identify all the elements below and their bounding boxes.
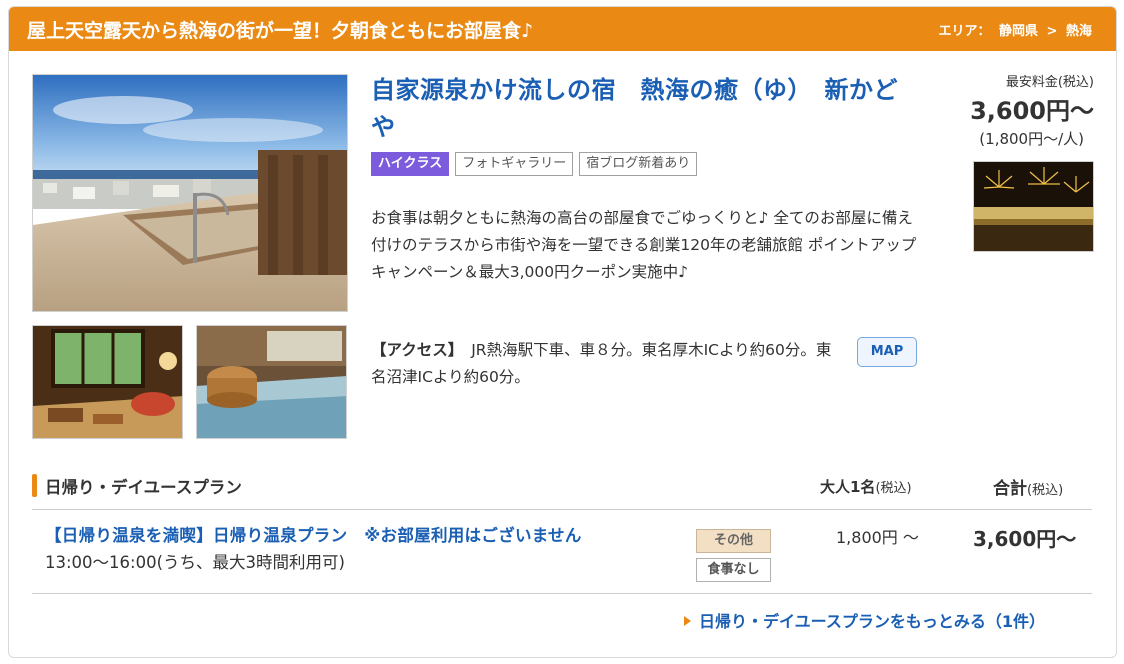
- plan-type-badge: その他: [696, 529, 771, 553]
- hotel-banner: 屋上天空露天から熱海の街が一望！夕朝食ともにお部屋食♪ エリア： 静岡県 > 熱…: [9, 7, 1116, 51]
- divider: [32, 509, 1092, 510]
- price-per-person: (1,800円〜/人): [979, 130, 1084, 148]
- hotel-description: お食事は朝夕ともに熱海の高台の部屋食でごゆっくりと♪ 全てのお部屋に備え付けのテ…: [371, 209, 917, 281]
- hotel-tags: ハイクラス フォトギャラリー 宿ブログ新着あり: [371, 152, 698, 176]
- plan-adult-price: 1,800円 〜: [836, 528, 919, 547]
- arrow-right-icon: [684, 616, 691, 626]
- map-button[interactable]: MAP: [857, 337, 917, 367]
- column-total-price: 合計(税込): [993, 479, 1064, 499]
- divider: [32, 593, 1092, 594]
- more-plans-label: 日帰り・デイユースプランをもっとみる（1件）: [699, 612, 1046, 631]
- hotel-name-link[interactable]: 自家源泉かけ流しの宿 熱海の癒（ゆ） 新かどや: [371, 72, 916, 146]
- room-photo-thumbnail[interactable]: [32, 325, 183, 439]
- plan-section-header: 日帰り・デイユースプラン 大人1名(税込) 合計(税込): [32, 472, 1092, 500]
- tag-photo-gallery[interactable]: フォトギャラリー: [455, 152, 574, 176]
- section-accent-bar: [32, 474, 37, 497]
- hotel-card: 屋上天空露天から熱海の街が一望！夕朝食ともにお部屋食♪ エリア： 静岡県 > 熱…: [8, 6, 1117, 658]
- area-separator: >: [1046, 24, 1058, 39]
- main-photo[interactable]: [32, 74, 348, 312]
- more-plans-link[interactable]: 日帰り・デイユースプランをもっとみる（1件）: [684, 608, 1045, 632]
- banner-title: 屋上天空露天から熱海の街が一望！夕朝食ともにお部屋食♪: [27, 20, 534, 42]
- area-breadcrumb: エリア： 静岡県 > 熱海: [936, 20, 1094, 39]
- area-city[interactable]: 熱海: [1066, 24, 1092, 39]
- min-price: 3,600円〜: [970, 97, 1094, 125]
- access-label: 【アクセス】: [371, 341, 464, 359]
- column-adult-price: 大人1名(税込): [820, 478, 912, 496]
- meal-badge: 食事なし: [696, 558, 771, 582]
- hotel-access: 【アクセス】 JR熱海駅下車、車８分。東名厚木ICより約60分。東名沼津ICより約…: [371, 337, 846, 391]
- area-label: エリア：: [938, 24, 991, 39]
- fireworks-photo[interactable]: [973, 161, 1094, 252]
- area-prefecture[interactable]: 静岡県: [999, 24, 1038, 39]
- plan-name-link[interactable]: 【日帰り温泉を満喫】日帰り温泉プラン ※お部屋利用はございません: [45, 522, 582, 546]
- tag-high-class: ハイクラス: [371, 152, 450, 176]
- min-price-label: 最安料金(税込): [1005, 75, 1094, 90]
- plan-time: 13:00〜16:00(うち、最大3時間利用可): [45, 553, 345, 572]
- plan-section-title: 日帰り・デイユースプラン: [45, 478, 242, 497]
- tag-blog-new[interactable]: 宿ブログ新着あり: [579, 152, 698, 176]
- bath-photo-thumbnail[interactable]: [196, 325, 347, 439]
- plan-total-price: 3,600円〜: [973, 527, 1077, 551]
